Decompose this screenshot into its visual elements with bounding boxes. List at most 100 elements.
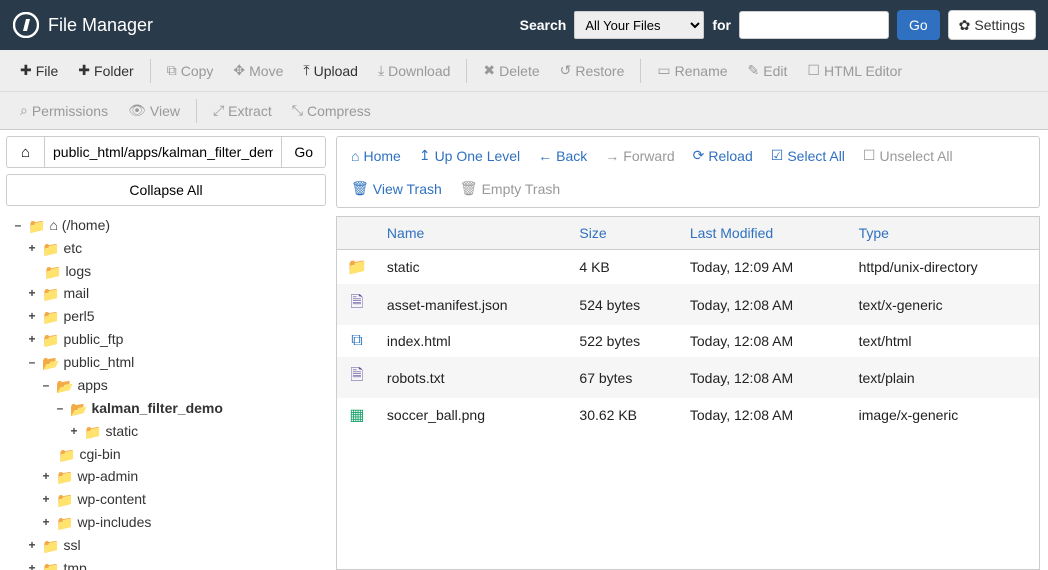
html-editor-icon: ☐ (807, 62, 820, 79)
collapse-icon[interactable]: – (26, 351, 38, 373)
expand-icon[interactable]: + (26, 305, 38, 327)
restore-label: Restore (575, 63, 624, 79)
expand-icon[interactable]: + (26, 328, 38, 350)
for-label: for (712, 17, 731, 33)
nav-forward-label: Forward (623, 148, 674, 164)
new-file-button[interactable]: ✚File (10, 58, 68, 83)
tree-label: cgi-bin (79, 446, 120, 462)
tree-node-wp-includes[interactable]: +📁wp-includes (12, 511, 326, 534)
folder-icon: 📁 (42, 561, 59, 570)
rename-button[interactable]: ▭Rename (647, 58, 737, 83)
tree-node-wp-content[interactable]: +📁wp-content (12, 488, 326, 511)
content-pane: ⌂Home ↥Up One Level ←Back →Forward ⟳Relo… (332, 130, 1048, 570)
reload-button[interactable]: ⟳Reload (685, 141, 761, 170)
file-name: index.html (377, 325, 569, 357)
file-modified: Today, 12:08 AM (680, 284, 849, 325)
nav-home-button[interactable]: ⌂Home (343, 142, 409, 170)
table-row[interactable]: 🗎robots.txt67 bytesToday, 12:08 AMtext/p… (337, 357, 1039, 398)
check-icon: ☑ (771, 147, 784, 164)
table-row[interactable]: ⧉index.html522 bytesToday, 12:08 AMtext/… (337, 325, 1039, 357)
view-button[interactable]: 👁View (118, 98, 190, 123)
folder-icon: 📁 (28, 218, 45, 234)
copy-button[interactable]: ⧉Copy (157, 58, 224, 83)
new-folder-button[interactable]: ✚Folder (68, 58, 143, 83)
search-input[interactable] (739, 11, 889, 39)
select-all-button[interactable]: ☑Select All (763, 141, 853, 170)
col-icon[interactable] (337, 217, 377, 250)
collapse-icon[interactable]: – (40, 374, 52, 396)
file-size: 4 KB (569, 250, 679, 285)
extract-button[interactable]: ⤢Extract (203, 98, 282, 123)
expand-icon[interactable]: + (26, 557, 38, 570)
html-editor-button[interactable]: ☐HTML Editor (797, 58, 912, 83)
expand-icon[interactable]: + (26, 282, 38, 304)
nav-back-button[interactable]: ←Back (530, 142, 595, 170)
delete-icon: ✖ (483, 62, 495, 79)
col-name[interactable]: Name (377, 217, 569, 250)
tree-node-static[interactable]: +📁static (12, 420, 326, 443)
download-button[interactable]: ⤓Download (368, 58, 460, 83)
reload-label: Reload (708, 148, 752, 164)
compress-button[interactable]: ⤡Compress (282, 98, 381, 123)
tree-label: logs (65, 263, 91, 279)
sidebar: ⌂ Go Collapse All –📁⌂ (/home) +📁etc 📁log… (0, 130, 332, 570)
tree-node-public-ftp[interactable]: +📁public_ftp (12, 328, 326, 351)
expand-icon[interactable]: + (40, 465, 52, 487)
restore-button[interactable]: ↺Restore (550, 58, 635, 83)
move-button[interactable]: ✥Move (223, 58, 293, 83)
delete-button[interactable]: ✖Delete (473, 58, 549, 83)
unselect-all-button[interactable]: ☐Unselect All (855, 141, 961, 170)
table-row[interactable]: ▦soccer_ball.png30.62 KBToday, 12:08 AMi… (337, 398, 1039, 432)
collapse-all-button[interactable]: Collapse All (6, 174, 326, 206)
folder-icon: 📁 (56, 492, 73, 508)
nav-up-button[interactable]: ↥Up One Level (411, 141, 528, 170)
tree-label: wp-content (77, 491, 145, 507)
expand-icon[interactable]: + (26, 237, 38, 259)
col-size[interactable]: Size (569, 217, 679, 250)
settings-button[interactable]: ✿ Settings (948, 10, 1036, 40)
tree-label: static (105, 423, 138, 439)
tree-node-mail[interactable]: +📁mail (12, 282, 326, 305)
file-name: asset-manifest.json (377, 284, 569, 325)
file-modified: Today, 12:08 AM (680, 398, 849, 432)
tree-node-etc[interactable]: +📁etc (12, 237, 326, 260)
view-trash-button[interactable]: 🗑View Trash (343, 174, 450, 203)
col-type[interactable]: Type (849, 217, 1039, 250)
tree-node-perl5[interactable]: +📁perl5 (12, 305, 326, 328)
rename-icon: ▭ (657, 62, 670, 79)
empty-trash-button[interactable]: 🗑Empty Trash (452, 174, 568, 203)
expand-icon[interactable]: + (26, 534, 38, 556)
tree-node-logs[interactable]: 📁logs (12, 260, 326, 282)
col-modified[interactable]: Last Modified (680, 217, 849, 250)
search-scope-select[interactable]: All Your Files (574, 11, 704, 39)
search-go-button[interactable]: Go (897, 10, 940, 40)
collapse-icon[interactable]: – (54, 397, 66, 419)
home-button[interactable]: ⌂ (6, 136, 44, 168)
tree-node-public-html[interactable]: –📂public_html (12, 351, 326, 374)
tree-node-ssl[interactable]: +📁ssl (12, 534, 326, 557)
expand-icon[interactable]: + (40, 488, 52, 510)
expand-icon[interactable]: + (68, 420, 80, 442)
permissions-label: Permissions (32, 103, 108, 119)
tree-node-wp-admin[interactable]: +📁wp-admin (12, 465, 326, 488)
collapse-icon[interactable]: – (12, 214, 24, 236)
cpanel-logo-icon (12, 11, 40, 39)
tree-node-apps[interactable]: –📂apps (12, 374, 326, 397)
file-type: httpd/unix-directory (849, 250, 1039, 285)
file-modified: Today, 12:08 AM (680, 325, 849, 357)
tree-node-cgi-bin[interactable]: 📁cgi-bin (12, 443, 326, 465)
path-go-button[interactable]: Go (281, 136, 326, 168)
nav-forward-button[interactable]: →Forward (597, 142, 682, 170)
view-trash-label: View Trash (373, 181, 442, 197)
path-input[interactable] (44, 136, 281, 168)
tree-node-tmp[interactable]: +📁tmp (12, 557, 326, 570)
upload-button[interactable]: ⤒Upload (293, 58, 368, 83)
tree-node-home[interactable]: –📁⌂ (/home) (12, 214, 326, 237)
expand-icon[interactable]: + (40, 511, 52, 533)
table-row[interactable]: 🗎asset-manifest.json524 bytesToday, 12:0… (337, 284, 1039, 325)
edit-button[interactable]: ✎Edit (738, 58, 798, 83)
table-row[interactable]: 📁static4 KBToday, 12:09 AMhttpd/unix-dir… (337, 250, 1039, 285)
permissions-button[interactable]: ⌕Permissions (10, 98, 118, 123)
home-icon: ⌂ (21, 144, 30, 161)
tree-node-kalman[interactable]: –📂kalman_filter_demo (12, 397, 326, 420)
